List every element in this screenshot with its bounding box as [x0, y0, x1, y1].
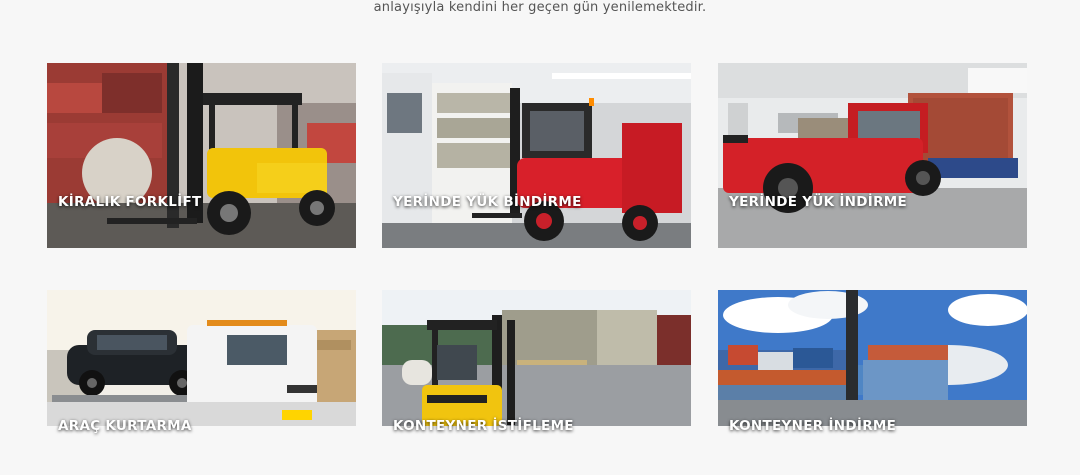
service-card-konteyner-indirme[interactable]: KONTEYNER İNDİRME — [718, 290, 1027, 475]
forklift-yellow-image — [47, 63, 356, 248]
service-label: KONTEYNER İSTİFLEME — [393, 418, 574, 434]
intro-text: anlayışıyla kendini her geçen gün yenile… — [373, 0, 707, 15]
service-card-kiralik-forklift[interactable]: KİRALIK FORKLİFT — [47, 63, 356, 248]
container-stacker-image — [718, 290, 1027, 426]
container-handler-image — [718, 63, 1027, 248]
service-label: KİRALIK FORKLİFT — [58, 194, 202, 210]
service-label: YERİNDE YÜK BİNDİRME — [393, 194, 582, 210]
service-card-konteyner-istifleme[interactable]: KONTEYNER İSTİFLEME — [382, 290, 691, 475]
tow-truck-image — [47, 290, 356, 426]
service-card-arac-kurtarma[interactable]: ARAÇ KURTARMA — [47, 290, 356, 475]
service-label: ARAÇ KURTARMA — [58, 418, 192, 434]
service-label: YERİNDE YÜK İNDİRME — [729, 194, 908, 210]
service-card-yerinde-yuk-bindirme[interactable]: YERİNDE YÜK BİNDİRME — [382, 63, 691, 248]
service-label: KONTEYNER İNDİRME — [729, 418, 897, 434]
service-card-yerinde-yuk-indirme[interactable]: YERİNDE YÜK İNDİRME — [718, 63, 1027, 248]
forklift-red-truck-image — [382, 63, 691, 248]
forklift-container-image — [382, 290, 691, 426]
